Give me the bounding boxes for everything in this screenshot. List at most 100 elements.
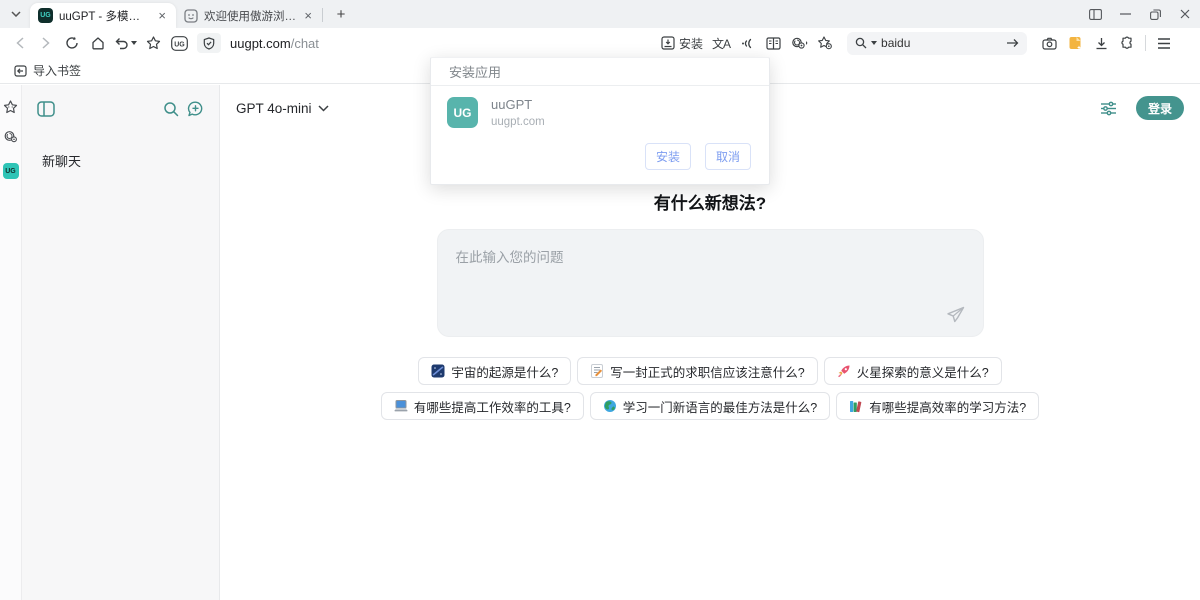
globe-icon (603, 399, 617, 413)
panel-toggle-icon (37, 101, 55, 117)
laptop-icon (394, 399, 408, 413)
collapse-sidebar-button[interactable] (34, 97, 58, 121)
suggestion-button[interactable]: 有哪些提高工作效率的工具? (381, 392, 584, 420)
rocket-icon (837, 364, 851, 378)
window-controls (1080, 0, 1200, 28)
chevron-down-icon (131, 41, 137, 45)
tab-uugpt[interactable]: UG uuGPT - 多模型AI对话 × (30, 3, 176, 28)
settings-button[interactable] (1096, 95, 1122, 121)
toolbar-separator (1145, 35, 1146, 51)
import-bookmarks-icon (14, 65, 27, 77)
notes-button[interactable] (1063, 31, 1087, 55)
browser-toolbar: UG uugpt.com/chat 安装 文A (0, 28, 1200, 58)
favorite-page-button[interactable] (141, 31, 165, 55)
memo-icon (590, 364, 604, 378)
url-text: uugpt.com/chat (230, 36, 319, 51)
star-icon (3, 100, 18, 114)
search-go-icon[interactable] (1006, 38, 1019, 48)
main-menu-button[interactable] (1152, 31, 1176, 55)
translate-button[interactable]: 文A (709, 31, 733, 55)
chat-plus-icon (187, 101, 204, 117)
tab-welcome[interactable]: 欢迎使用傲游浏览器 × (176, 3, 322, 28)
snail-gear-icon (790, 36, 808, 50)
svg-text:UG: UG (174, 41, 185, 48)
import-bookmarks-button[interactable]: 导入书签 (10, 61, 85, 81)
uugpt-pinned-app-icon[interactable]: UG (3, 163, 19, 179)
books-icon (849, 399, 863, 413)
book-icon (766, 37, 781, 50)
reading-mode-button[interactable] (761, 31, 785, 55)
sidebar-toolbar (34, 97, 207, 121)
translate-icon: 文A (712, 35, 730, 52)
forward-button[interactable] (34, 31, 58, 55)
recently-closed-button[interactable] (112, 31, 139, 55)
site-security-chip[interactable] (197, 33, 221, 53)
dialog-body: UG uuGPT uugpt.com (431, 86, 769, 128)
extensions-puzzle-icon (1120, 36, 1134, 50)
split-layout-button[interactable] (1080, 0, 1110, 28)
tab-close-icon[interactable]: × (302, 7, 314, 24)
dialog-app-name: uuGPT (491, 97, 545, 114)
close-window-button[interactable] (1170, 0, 1200, 28)
address-bar[interactable]: uugpt.com/chat (197, 30, 649, 56)
restore-icon (1150, 9, 1161, 20)
send-plane-icon (946, 306, 965, 324)
back-button[interactable] (8, 31, 32, 55)
message-input[interactable] (438, 230, 983, 336)
suggestion-button[interactable]: 有哪些提高效率的学习方法? (836, 392, 1039, 420)
install-label: 安装 (679, 35, 703, 52)
suggestion-label: 有哪些提高效率的学习方法? (869, 397, 1026, 416)
favorites-manager-button[interactable] (813, 31, 837, 55)
tab-title: 欢迎使用傲游浏览器 (204, 8, 296, 24)
camera-icon (1042, 37, 1057, 50)
dialog-app-info: uuGPT uugpt.com (491, 97, 545, 128)
page-title: 有什么新想法? (220, 189, 1200, 214)
chevron-down-icon (318, 105, 329, 112)
send-button[interactable] (945, 304, 967, 326)
chevron-down-icon (11, 11, 21, 17)
message-composer (437, 229, 984, 337)
screenshot-button[interactable] (1037, 31, 1061, 55)
login-button[interactable]: 登录 (1136, 96, 1184, 120)
dialog-install-button[interactable]: 安装 (645, 143, 691, 170)
suggestion-button[interactable]: 学习一门新语言的最佳方法是什么? (590, 392, 830, 420)
extensions-button[interactable] (1115, 31, 1139, 55)
suggestion-button[interactable]: 宇宙的起源是什么? (418, 357, 571, 385)
chat-sidebar: 新聊天 (22, 85, 220, 600)
read-aloud-button[interactable] (735, 31, 759, 55)
install-app-dialog: 安装应用 UG uuGPT uugpt.com 安装 取消 (430, 57, 770, 185)
dialog-cancel-button[interactable]: 取消 (705, 143, 751, 170)
minimize-icon (1120, 13, 1131, 15)
shield-icon (203, 37, 215, 50)
uugpt-app-button[interactable]: UG (167, 31, 191, 55)
suggestion-label: 学习一门新语言的最佳方法是什么? (623, 397, 817, 416)
suggestion-button[interactable]: 火星探索的意义是什么? (824, 357, 1002, 385)
suggestion-button[interactable]: 写一封正式的求职信应该注意什么? (577, 357, 817, 385)
restore-button[interactable] (1140, 0, 1170, 28)
search-chats-button[interactable] (159, 97, 183, 121)
install-app-button[interactable]: 安装 (657, 31, 707, 55)
tab-close-icon[interactable]: × (156, 7, 168, 24)
model-selector[interactable]: GPT 4o-mini (236, 101, 329, 116)
new-chat-button[interactable] (183, 97, 207, 121)
search-input[interactable]: baidu (881, 36, 1002, 50)
downloads-button[interactable] (1089, 31, 1113, 55)
forward-icon (42, 37, 50, 49)
home-button[interactable] (86, 31, 110, 55)
tab-list-chevron-button[interactable] (4, 3, 28, 25)
minimize-button[interactable] (1110, 0, 1140, 28)
reload-button[interactable] (60, 31, 84, 55)
maxthon-sidebar-button[interactable] (3, 128, 19, 144)
url-domain: uugpt.com (230, 36, 291, 51)
suggestion-label: 有哪些提高工作效率的工具? (414, 397, 571, 416)
note-sparkle-icon (1068, 36, 1083, 50)
suggestion-row: 宇宙的起源是什么? 写一封正式的求职信应该注意什么? 火星探索的意义是什么? (430, 357, 990, 385)
new-tab-button[interactable]: + (329, 2, 353, 26)
dialog-title: 安装应用 (431, 58, 769, 86)
chat-list-item-new-chat[interactable]: 新聊天 (34, 147, 207, 174)
suggestion-row: 有哪些提高工作效率的工具? 学习一门新语言的最佳方法是什么? 有哪些提高效率的学… (430, 392, 990, 420)
browser-window: UG uuGPT - 多模型AI对话 × 欢迎使用傲游浏览器 × + (0, 0, 1200, 600)
toolbar-search-box[interactable]: baidu (847, 32, 1027, 55)
assistant-menu-button[interactable] (787, 31, 811, 55)
favorites-sidebar-button[interactable] (3, 99, 19, 115)
